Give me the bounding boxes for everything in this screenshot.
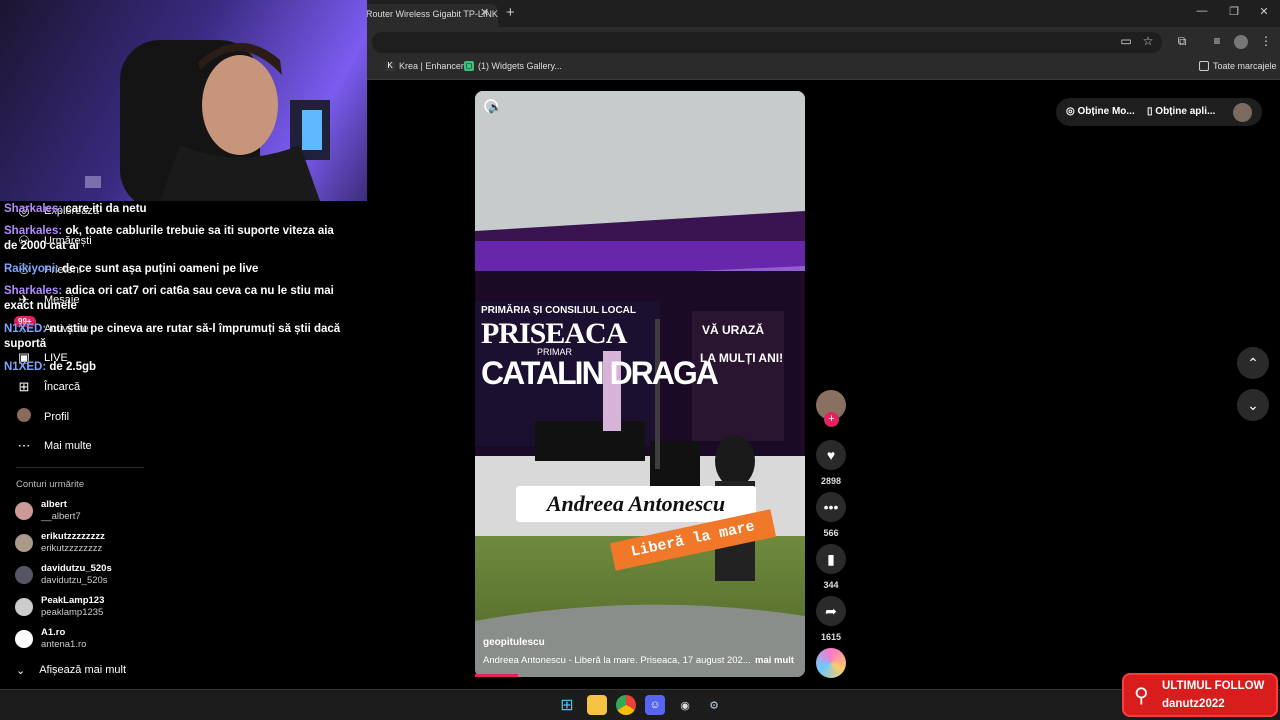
more-link[interactable]: mai mult xyxy=(755,655,794,666)
file-explorer-icon[interactable] xyxy=(587,695,607,715)
account-item[interactable]: PeakLamp123 peaklamp1235 xyxy=(15,595,104,619)
get-coins-button[interactable]: ◎ Obține Mo... xyxy=(1066,106,1135,117)
menu-icon[interactable]: ⋮ xyxy=(1258,34,1274,48)
video-text: LA MULȚI ANI! xyxy=(700,351,784,365)
windows-start-icon[interactable]: ⊞ xyxy=(557,695,577,715)
widgets-icon: ◻ xyxy=(464,61,474,71)
video-player[interactable]: 🔈 PRIMĂRIA ȘI CONSILIUL LOCAL PRISEACA P… xyxy=(475,91,805,677)
chat-message: N1XED: nu știu pe cineva are rutar să-l … xyxy=(4,323,341,350)
divider xyxy=(16,467,144,468)
taskbar xyxy=(0,689,1280,720)
avatar xyxy=(15,502,33,520)
obs-icon[interactable]: ◉ xyxy=(675,695,695,715)
avatar xyxy=(15,630,33,648)
comment-button[interactable]: ••• 566 xyxy=(816,492,846,538)
address-bar[interactable] xyxy=(372,32,1162,53)
upload-icon: ⊞ xyxy=(18,379,30,394)
profile-icon xyxy=(16,408,32,425)
close-tab-icon[interactable]: ✕ xyxy=(480,6,489,19)
star-icon[interactable]: ☆ xyxy=(1140,34,1156,48)
avatar xyxy=(15,566,33,584)
minimize-icon[interactable]: — xyxy=(1192,5,1212,17)
video-text: CATALIN DRAGA xyxy=(481,355,719,391)
chrome-icon[interactable] xyxy=(616,695,636,715)
account-item[interactable]: davidutzu_520s davidutzu_520s xyxy=(15,563,112,587)
cast-icon[interactable]: ▭ xyxy=(1118,34,1134,48)
bookmark-krea[interactable]: K Krea | Enhancer xyxy=(385,61,464,71)
browser-tab[interactable]: Router Wireless Gigabit TP-LINK xyxy=(362,4,498,27)
volume-icon[interactable]: 🔈 xyxy=(488,101,502,114)
alert-title: ULTIMUL FOLLOW xyxy=(1162,680,1265,692)
share-icon: ➦ xyxy=(816,596,846,626)
sidebar-item-profile[interactable]: Profil xyxy=(16,408,69,425)
chevron-down-icon: ⌄ xyxy=(16,665,26,677)
chat-message: N1XED: de 2.5gb xyxy=(4,361,97,373)
previous-video-button[interactable]: ⌃ xyxy=(1237,347,1269,379)
get-app-button[interactable]: ▯ Obține apli... xyxy=(1147,106,1215,117)
sound-disc[interactable] xyxy=(816,648,846,678)
alert-user: danutz2022 xyxy=(1162,698,1225,710)
coin-icon: ◎ xyxy=(1066,106,1075,117)
bookmark-icon: ▮ xyxy=(816,544,846,574)
video-progress-bar[interactable] xyxy=(475,674,518,677)
share-button[interactable]: ➦ 1615 xyxy=(816,596,846,642)
new-tab-icon[interactable]: + xyxy=(506,4,515,21)
krea-icon: K xyxy=(385,61,395,71)
media-icon[interactable]: ≡ xyxy=(1209,34,1225,48)
save-button[interactable]: ▮ 344 xyxy=(816,544,846,590)
creator-avatar[interactable]: + xyxy=(816,390,846,427)
heart-icon: ♥ xyxy=(816,440,846,470)
last-follow-alert: ⚲ ULTIMUL FOLLOW danutz2022 xyxy=(1122,673,1278,717)
music-disc-icon xyxy=(816,648,846,678)
video-text: PRISEACA xyxy=(481,317,627,350)
profile-avatar-icon[interactable] xyxy=(1234,35,1248,49)
sidebar-item-upload[interactable]: ⊞ Încarcă xyxy=(16,379,81,395)
chat-message: Sharkales: adica ori cat7 ori cat6a sau … xyxy=(4,285,334,312)
sidebar-item-more[interactable]: ⋯ Mai multe xyxy=(16,438,92,454)
restore-icon[interactable]: ❐ xyxy=(1224,5,1244,18)
like-button[interactable]: ♥ 2898 xyxy=(816,440,846,486)
avatar xyxy=(15,598,33,616)
follow-plus-icon[interactable]: + xyxy=(824,412,839,427)
bookmark-widgets[interactable]: ◻ (1) Widgets Gallery... xyxy=(464,61,562,71)
video-author[interactable]: geopitulescu xyxy=(483,637,545,648)
video-text: VĂ URAZĂ xyxy=(702,323,764,337)
folder-icon xyxy=(1199,61,1209,71)
next-video-button[interactable]: ⌄ xyxy=(1237,389,1269,421)
video-description: Andreea Antonescu - Liberă la mare. Pris… xyxy=(483,655,751,666)
chat-message: Raikiyoni: de ce sunt așa puțini oameni … xyxy=(4,263,259,275)
webcam-overlay xyxy=(0,0,367,201)
following-title: Conturi urmărite xyxy=(16,479,85,490)
user-avatar[interactable] xyxy=(1233,103,1252,122)
account-item[interactable]: erikutzzzzzzzz erikutzzzzzzzz xyxy=(15,531,105,555)
chat-message: Sharkales: care iti da netu xyxy=(4,203,147,215)
chat-message: Sharkales: ok, toate cablurile trebuie s… xyxy=(4,225,334,252)
more-icon: ⋯ xyxy=(17,438,31,453)
account-item[interactable]: albert __albert7 xyxy=(15,499,81,523)
chevron-up-icon: ⌃ xyxy=(1247,354,1259,371)
video-text: PRIMĂRIA ȘI CONSILIUL LOCAL xyxy=(481,305,636,316)
show-more-button[interactable]: ⌄ Afișează mai mult xyxy=(16,664,126,677)
caption-title: Andreea Antonescu xyxy=(516,486,756,522)
comment-icon: ••• xyxy=(816,492,846,522)
user-add-icon: ⚲ xyxy=(1134,685,1149,707)
chevron-down-icon: ⌄ xyxy=(1247,396,1259,413)
steam-icon[interactable]: ⚙ xyxy=(704,695,724,715)
phone-icon: ▯ xyxy=(1147,106,1153,117)
streamer-image xyxy=(85,40,330,201)
close-window-icon[interactable]: ✕ xyxy=(1254,5,1274,18)
discord-icon[interactable]: ☺ xyxy=(645,695,665,715)
tab-title: Router Wireless Gigabit TP-LINK xyxy=(366,9,498,19)
avatar xyxy=(15,534,33,552)
bookmark-all[interactable]: Toate marcajele xyxy=(1199,61,1277,71)
extensions-icon[interactable]: ⧉ xyxy=(1174,34,1190,49)
account-item[interactable]: A1.ro antena1.ro xyxy=(15,627,86,651)
